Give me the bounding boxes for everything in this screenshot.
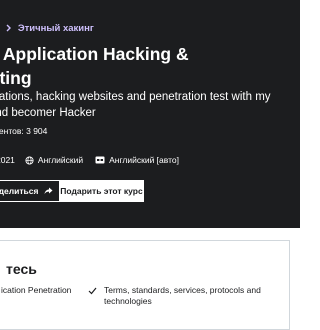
chevron-right-icon [6,24,12,32]
page-title: b Application Hacking & esting [0,42,300,90]
course-language-label: Английский [37,155,84,165]
course-captions: Английский [авто] [95,155,179,165]
share-arrow-icon [44,187,53,194]
course-meta: 2021 Английский Английский [авто] [0,153,191,167]
course-subtitle-line-1: lications, hacking websites and penetrat… [0,91,271,103]
last-updated: 2021 [0,155,15,165]
breadcrumb-item-ethical-hacking[interactable]: Этичный хакинг [18,23,94,34]
student-count: тудентов: 3 904 [0,126,48,136]
captions-icon [95,156,105,164]
course-subtitle: lications, hacking websites and penetrat… [0,89,300,121]
gift-course-button[interactable]: Подарить этот курс [59,180,144,202]
course-header: ь Этичный хакинг b Application Hacking &… [0,0,300,228]
share-button-label: делиться [0,186,39,196]
page-title-line-2: esting [0,68,32,88]
what-you-learn-box: тесь ication Penetration Terms, standard… [0,240,290,330]
course-subtitle-line-2: and becomer Hacker [0,107,96,119]
globe-icon [25,155,34,165]
learn-item: Terms, standards, services, protocols an… [104,285,261,306]
course-language: Английский [25,155,83,165]
share-button[interactable]: делиться [0,180,64,202]
breadcrumb: ь Этичный хакинг [0,21,94,35]
learn-item: ication Penetration [1,285,72,295]
what-you-learn-title: тесь [6,261,37,277]
check-icon [88,287,97,295]
course-captions-label: Английский [авто] [109,155,179,165]
page-title-line-1: b Application Hacking & [0,44,189,64]
